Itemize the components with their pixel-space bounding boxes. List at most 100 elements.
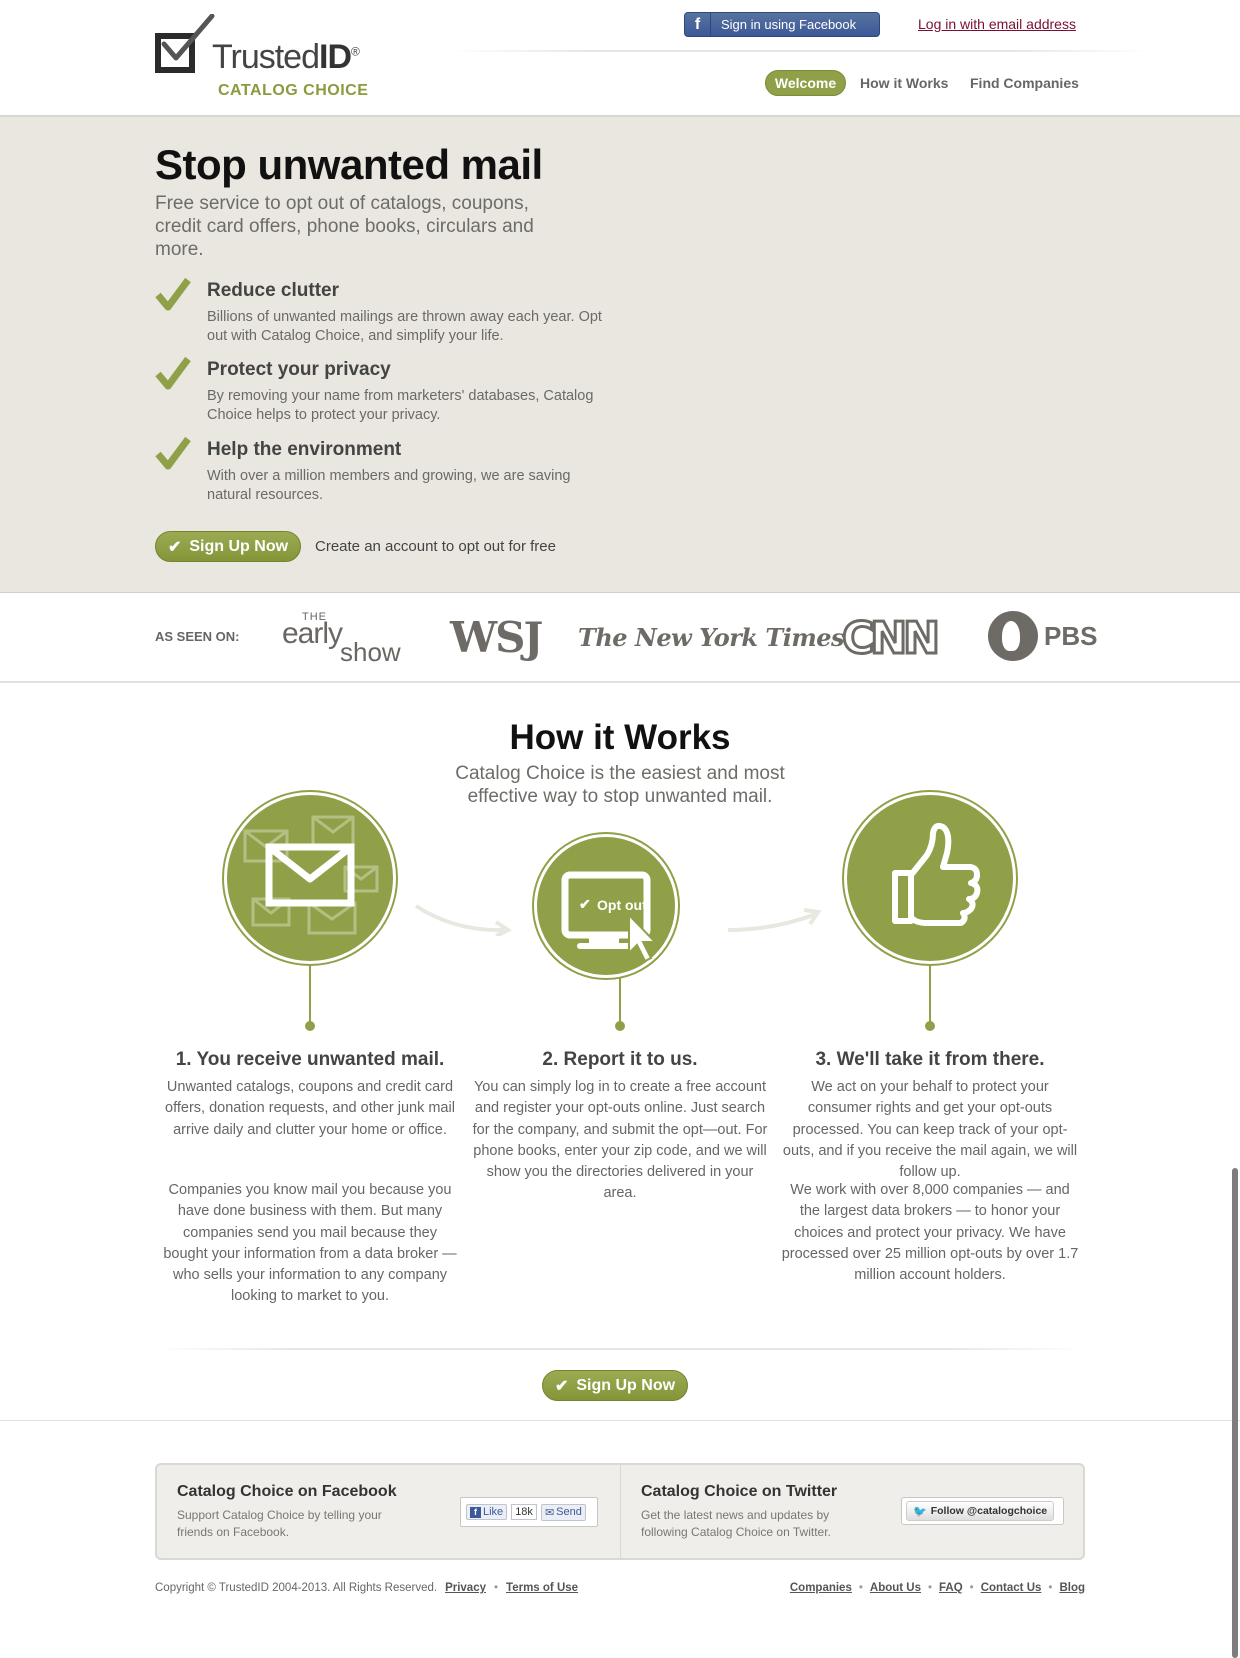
how-title: How it Works xyxy=(509,718,731,757)
thumbs-up-icon xyxy=(892,822,981,926)
step-1-illustration xyxy=(224,792,396,964)
feature-text: By removing your name from marketers' da… xyxy=(207,388,594,423)
footer-nav: Companies • About Us • FAQ • Contact Us … xyxy=(790,1582,1085,1594)
step-1-text-2: Companies you know mail you because you … xyxy=(163,1182,457,1305)
section-divider xyxy=(155,1348,1085,1350)
feature-title: Reduce clutter xyxy=(207,280,339,301)
how-signup-button[interactable]: ✔ Sign Up Now xyxy=(542,1370,688,1401)
step-3-text: We act on your behalf to protect your co… xyxy=(782,1079,1078,1181)
footer-link-blog[interactable]: Blog xyxy=(1059,1582,1085,1594)
signup-note: Create an account to opt out for free xyxy=(315,538,556,555)
nav-find-companies[interactable]: Find Companies xyxy=(970,75,1079,91)
twitter-bird-icon: 🐦 xyxy=(913,1505,927,1518)
twitter-follow-widget: 🐦 Follow @catalogchoice xyxy=(901,1497,1064,1525)
checkmark-icon xyxy=(155,277,191,311)
hero-section: Stop unwanted mail Free service to opt o… xyxy=(0,117,1240,593)
send-icon: ✉ xyxy=(544,1506,555,1519)
scrollbar-thumb[interactable] xyxy=(1232,1168,1238,1658)
separator: • xyxy=(969,1582,974,1594)
logo-text: PBS xyxy=(1044,621,1098,651)
copyright-text: Copyright © TrustedID 2004-2013. All Rig… xyxy=(155,1582,438,1594)
follow-label: Follow @catalogchoice xyxy=(930,1505,1048,1517)
opt-out-text: Opt out xyxy=(597,897,647,913)
footer-link-about[interactable]: About Us xyxy=(870,1582,921,1594)
as-seen-on-bar: AS SEEN ON: THE early show WSJ The New Y… xyxy=(0,593,1240,683)
header-divider xyxy=(450,50,1150,52)
signup-label: Sign Up Now xyxy=(576,1376,676,1394)
step-3-title: 3. We'll take it from there. xyxy=(815,1049,1045,1070)
copyright-bar: Copyright © TrustedID 2004-2013. All Rig… xyxy=(155,1582,578,1594)
logo-subtitle: CATALOG CHOICE xyxy=(218,82,369,99)
step-2-illustration: ✔ Opt out xyxy=(534,834,678,978)
facebook-box-text: Support Catalog Choice by telling your f… xyxy=(177,1508,382,1539)
nyt-logo: The New York Times xyxy=(578,623,845,652)
twitter-follow-button[interactable]: 🐦 Follow @catalogchoice xyxy=(906,1501,1055,1521)
separator: • xyxy=(1048,1582,1053,1594)
step-1-title: 1. You receive unwanted mail. xyxy=(175,1049,445,1070)
trustedid-logo[interactable]: TrustedID® CATALOG CHOICE xyxy=(154,14,374,104)
logo-wordmark: TrustedID® xyxy=(212,38,360,76)
footer-link-faq[interactable]: FAQ xyxy=(939,1582,963,1594)
nav-welcome[interactable]: Welcome xyxy=(765,70,846,96)
step-3-connector xyxy=(929,964,931,1022)
like-label: Like xyxy=(483,1506,504,1518)
feature-title: Help the environment xyxy=(207,439,402,460)
nav-how-it-works[interactable]: How it Works xyxy=(860,75,948,91)
svg-text:✔: ✔ xyxy=(579,896,591,912)
hero-subtitle: Free service to opt out of catalogs, cou… xyxy=(155,193,534,260)
checkmark-icon xyxy=(155,356,191,390)
send-label: Send xyxy=(556,1506,582,1518)
step-1-text: Unwanted catalogs, coupons and credit ca… xyxy=(165,1079,455,1138)
hero-signup-button[interactable]: ✔ Sign Up Now xyxy=(155,531,301,562)
facebook-icon: f xyxy=(470,1506,481,1518)
email-login-link[interactable]: Log in with email address xyxy=(918,16,1076,32)
separator: • xyxy=(928,1582,933,1594)
footer-link-companies[interactable]: Companies xyxy=(790,1582,852,1594)
facebook-send-button[interactable]: ✉ Send xyxy=(540,1503,586,1521)
step-3-text-2: We work with over 8,000 companies — and … xyxy=(781,1182,1079,1284)
separator: • xyxy=(858,1582,863,1594)
checkbox-logo-icon xyxy=(155,14,215,73)
separator: • xyxy=(494,1582,499,1594)
step-3-illustration xyxy=(844,792,1016,964)
checkmark-icon xyxy=(155,436,191,470)
step-2-text: You can simply log in to create a free a… xyxy=(472,1079,768,1202)
facebook-like-button[interactable]: f Like xyxy=(466,1504,508,1520)
feature-text: With over a million members and growing,… xyxy=(207,468,571,503)
arrow-right-icon xyxy=(727,908,822,932)
facebook-box-title: Catalog Choice on Facebook xyxy=(177,1483,397,1500)
terms-link[interactable]: Terms of Use xyxy=(506,1582,578,1594)
footer-link-contact[interactable]: Contact Us xyxy=(981,1582,1042,1594)
step-2-connector xyxy=(619,978,621,1022)
wsj-logo: WSJ xyxy=(450,613,543,662)
facebook-like-widget: f Like 18k ✉ Send xyxy=(460,1497,598,1527)
envelope-icon xyxy=(243,815,379,935)
logo-text: early xyxy=(282,617,343,650)
how-subtitle: Catalog Choice is the easiest and most e… xyxy=(455,763,785,807)
logo-text: show xyxy=(340,637,401,667)
as-seen-on-label: AS SEEN ON: xyxy=(155,629,240,644)
feature-text: Billions of unwanted mailings are thrown… xyxy=(207,309,602,344)
like-count: 18k xyxy=(511,1504,537,1520)
step-1-dot xyxy=(305,1021,315,1031)
early-show-logo: THE early show xyxy=(282,611,402,667)
twitter-box-text: Get the latest news and updates by follo… xyxy=(641,1508,831,1539)
social-box: Catalog Choice on Facebook Support Catal… xyxy=(155,1463,1085,1560)
facebook-signin-button[interactable]: f Sign in using Facebook xyxy=(684,12,880,37)
step-2-title: 2. Report it to us. xyxy=(542,1049,698,1070)
step-1-connector xyxy=(309,964,311,1022)
privacy-link[interactable]: Privacy xyxy=(445,1582,486,1594)
monitor-opt-out-icon: ✔ Opt out xyxy=(561,871,658,963)
pbs-head-icon xyxy=(988,611,1038,661)
facebook-signin-label: Sign in using Facebook xyxy=(721,17,857,32)
feature-title: Protect your privacy xyxy=(207,359,391,380)
hero-title: Stop unwanted mail xyxy=(155,141,543,188)
pbs-logo: PBS xyxy=(988,611,1097,661)
cnn-logo: CNN xyxy=(841,612,942,666)
social-divider xyxy=(620,1465,621,1558)
step-3-dot xyxy=(925,1021,935,1031)
signup-label: Sign Up Now xyxy=(189,537,289,555)
check-icon: ✔ xyxy=(554,1377,569,1395)
check-icon: ✔ xyxy=(167,538,182,556)
step-2-dot xyxy=(615,1021,625,1031)
